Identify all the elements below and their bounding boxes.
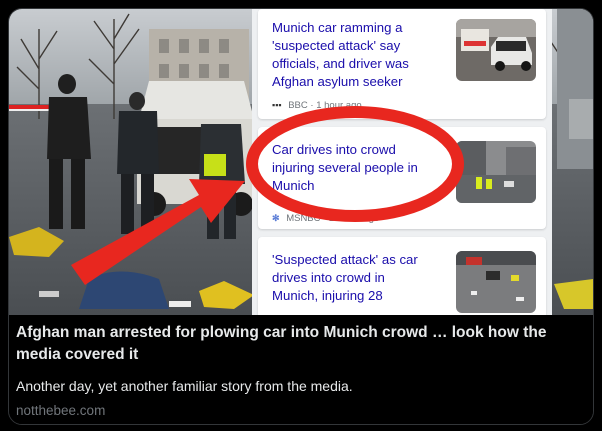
annotation-overlay <box>71 106 464 285</box>
card-domain[interactable]: notthebee.com <box>16 402 105 420</box>
card-description: Another day, yet another familiar story … <box>16 378 353 394</box>
red-highlight-circle <box>246 106 464 222</box>
card-caption[interactable]: Afghan man arrested for plowing car into… <box>9 315 593 424</box>
preview-image[interactable]: Munich car ramming a 'suspected attack' … <box>9 9 593 315</box>
link-preview-card[interactable]: Munich car ramming a 'suspected attack' … <box>8 8 594 425</box>
card-headline[interactable]: Afghan man arrested for plowing car into… <box>16 322 588 366</box>
red-arrow-icon <box>71 179 245 285</box>
